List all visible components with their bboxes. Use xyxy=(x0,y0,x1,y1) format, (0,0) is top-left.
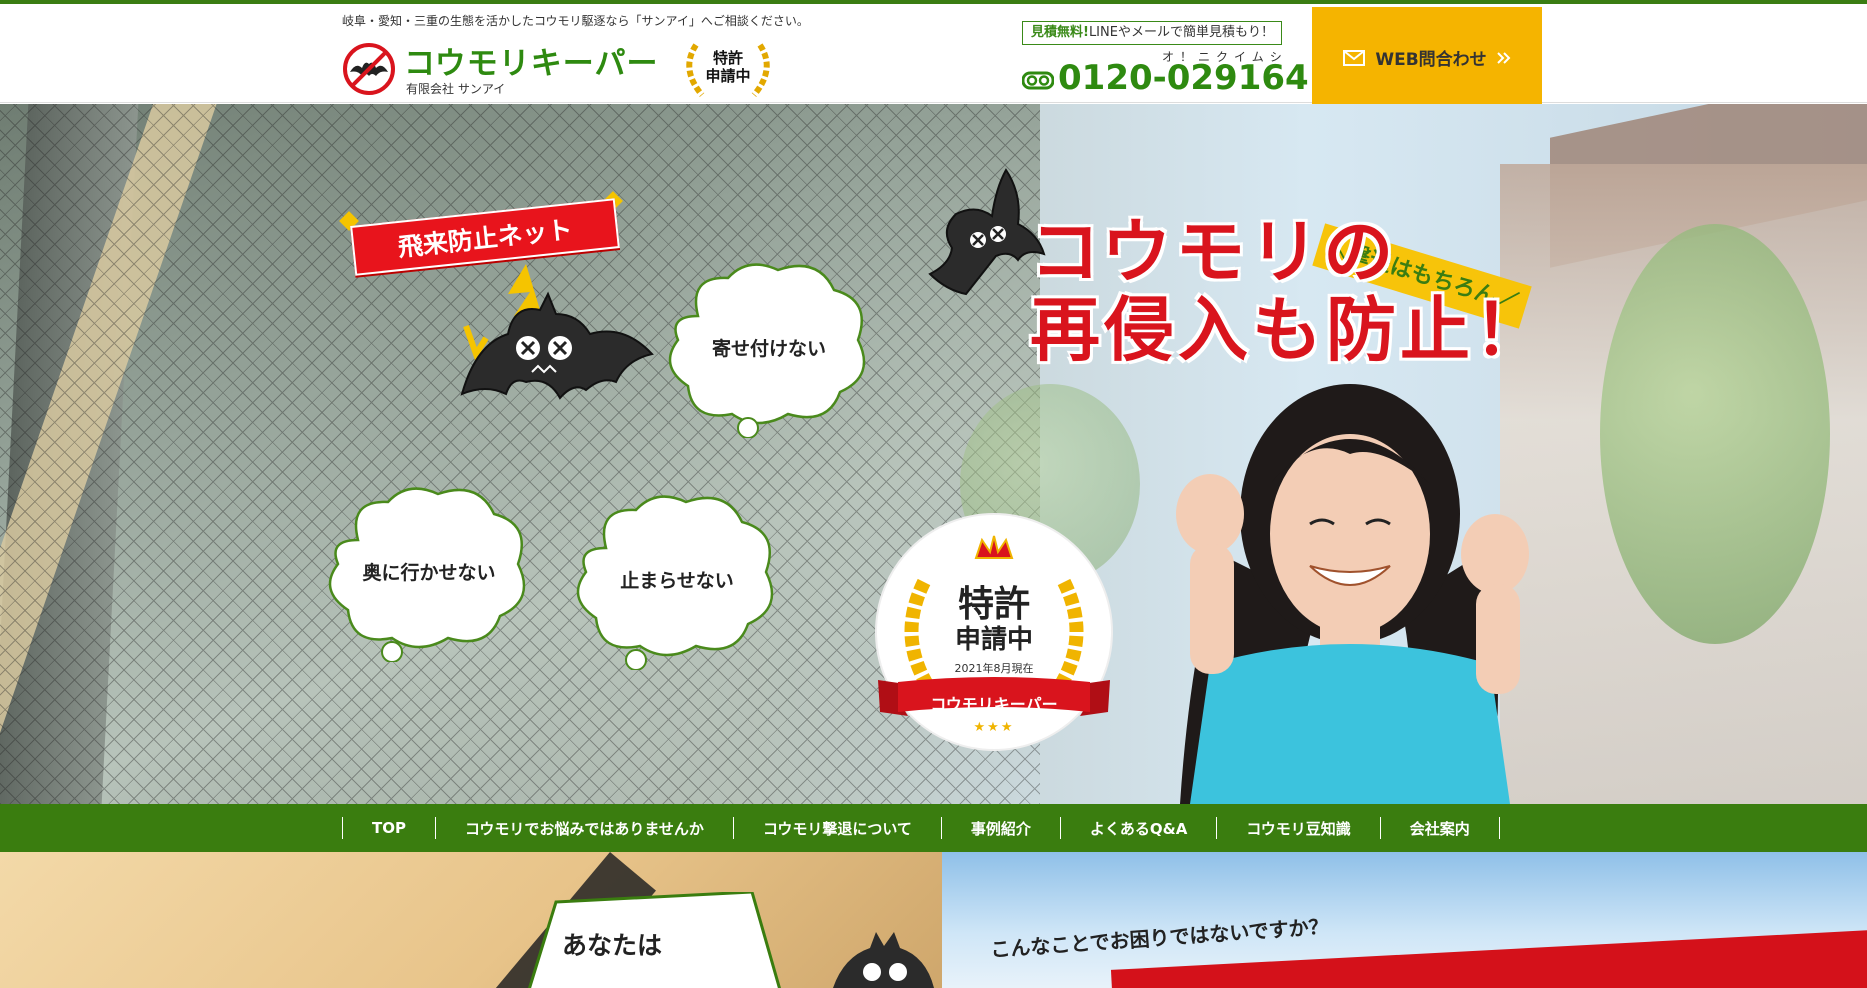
bat-icon xyxy=(833,932,934,988)
cloud-text: 止まらせない xyxy=(620,569,734,592)
cloud-bubble: 奥に行かせない xyxy=(318,480,540,662)
nav-item-company[interactable]: 会社案内 xyxy=(1381,817,1500,839)
patent-medal: 特許 申請中 2021年8月現在 コウモリキーパー ★★★ xyxy=(874,512,1114,760)
nav-list: TOP コウモリでお悩みではありませんか コウモリ撃退について 事例紹介 よくあ… xyxy=(342,817,1500,839)
medal-date: 2021年8月現在 xyxy=(954,662,1034,675)
problem-section-left: あなたは xyxy=(0,852,942,988)
nav-item-problems[interactable]: コウモリでお悩みではありませんか xyxy=(436,817,734,839)
bat-icon xyxy=(460,264,654,400)
estimate-highlight: 見積無料! xyxy=(1031,25,1089,40)
no-bat-icon xyxy=(343,43,395,95)
nav-item-repel[interactable]: コウモリ撃退について xyxy=(734,817,942,839)
company-name: 有限会社 サンアイ xyxy=(406,82,506,96)
double-arrow-icon xyxy=(1496,51,1511,64)
nav-item-top[interactable]: TOP xyxy=(343,817,436,839)
phone-number: 0120-029164 xyxy=(1058,58,1309,98)
estimate-text: LINEやメールで簡単見積もり！ xyxy=(1088,25,1274,40)
bat-icon xyxy=(928,168,1046,296)
site-logo[interactable]: コウモリキーパー 有限会社 サンアイ xyxy=(342,38,657,98)
cloud-text: 奥に行かせない xyxy=(362,561,496,584)
web-inquiry-label: WEB問合わせ xyxy=(1375,50,1487,70)
question-box: あなたは xyxy=(516,892,792,988)
medal-stars: ★★★ xyxy=(973,720,1015,735)
medal-brand: コウモリキーパー xyxy=(930,695,1058,714)
free-estimate-notice: 見積無料!LINEやメールで簡単見積もり！ xyxy=(1022,21,1282,45)
cloud-bubble: 寄せ付けない xyxy=(658,256,880,438)
medal-line2: 申請中 xyxy=(954,625,1033,655)
phone-freedial-icon xyxy=(1022,71,1054,90)
trouble-heading: こんなことでお困りではないですか？ xyxy=(989,914,1330,962)
header-tagline: 岐阜・愛知・三重の生態を活かしたコウモリ駆逐なら「サンアイ」へご相談ください。 xyxy=(342,14,809,28)
crown-icon xyxy=(974,535,1014,559)
hero-banner: 飛来防止ネット 寄せ付けない 奥に行かせない 止まらせない ＼撃退はもちろん／ … xyxy=(0,104,1867,804)
mail-icon xyxy=(1343,49,1366,66)
cloud-text: 寄せ付けない xyxy=(711,337,826,360)
question-text: あなたは xyxy=(562,931,663,960)
logo-title: コウモリキーパー xyxy=(404,46,659,82)
cloud-bubble: 止まらせない xyxy=(566,488,788,670)
patent-pending-badge: 特許 申請中 xyxy=(676,39,780,99)
tree-photo xyxy=(1600,224,1830,644)
problem-section-right: こんなことでお困りではないですか？ xyxy=(942,852,1867,988)
site-header: 岐阜・愛知・三重の生態を活かしたコウモリ駆逐なら「サンアイ」へご相談ください。 … xyxy=(0,4,1867,108)
nav-item-trivia[interactable]: コウモリ豆知識 xyxy=(1217,817,1381,839)
nav-item-cases[interactable]: 事例紹介 xyxy=(942,817,1061,839)
smiling-woman-photo xyxy=(1176,384,1529,804)
web-inquiry-button[interactable]: WEB問合わせ xyxy=(1312,7,1542,108)
nav-item-faq[interactable]: よくあるQ&A xyxy=(1061,817,1218,839)
medal-line1: 特許 xyxy=(957,584,1030,625)
global-nav: TOP コウモリでお悩みではありませんか コウモリ撃退について 事例紹介 よくあ… xyxy=(0,804,1867,852)
patent-badge-text: 特許 申請中 xyxy=(705,49,751,85)
